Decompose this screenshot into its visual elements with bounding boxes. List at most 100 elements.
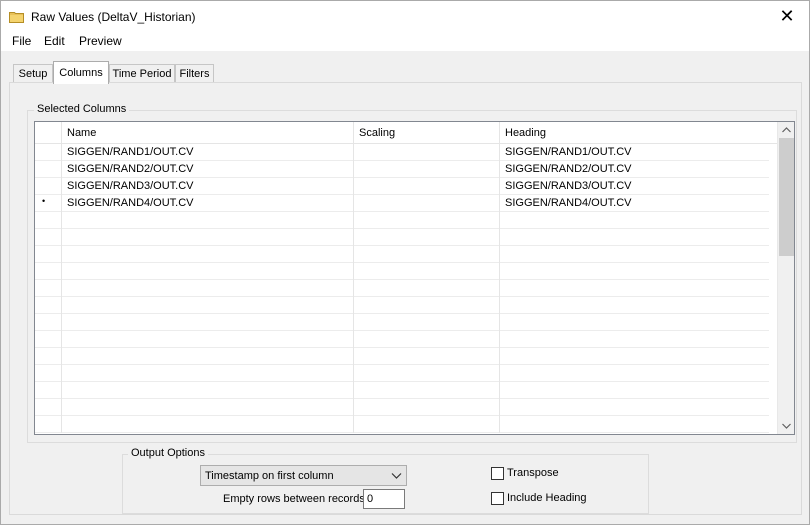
cell-scaling[interactable] bbox=[354, 331, 500, 348]
table-row-empty[interactable] bbox=[35, 297, 769, 314]
cell-heading[interactable]: SIGGEN/RAND1/OUT.CV bbox=[500, 144, 769, 161]
table-row-empty[interactable] bbox=[35, 229, 769, 246]
table-row-empty[interactable] bbox=[35, 246, 769, 263]
include-heading-label[interactable]: Include Heading bbox=[507, 492, 587, 504]
row-marker bbox=[35, 297, 62, 314]
cell-scaling[interactable] bbox=[354, 314, 500, 331]
row-marker bbox=[35, 263, 62, 280]
cell-heading[interactable] bbox=[500, 399, 769, 416]
cell-heading[interactable] bbox=[500, 382, 769, 399]
menu-file[interactable]: File bbox=[12, 34, 31, 48]
table-row[interactable]: SIGGEN/RAND2/OUT.CV SIGGEN/RAND2/OUT.CV bbox=[35, 161, 769, 178]
cell-name[interactable]: SIGGEN/RAND2/OUT.CV bbox=[62, 161, 354, 178]
table-row-empty[interactable] bbox=[35, 263, 769, 280]
cell-heading[interactable] bbox=[500, 416, 769, 433]
row-marker: • bbox=[35, 195, 62, 212]
table-row[interactable]: SIGGEN/RAND1/OUT.CV SIGGEN/RAND1/OUT.CV bbox=[35, 144, 769, 161]
cell-heading[interactable] bbox=[500, 348, 769, 365]
cell-scaling[interactable] bbox=[354, 246, 500, 263]
table-row-empty[interactable] bbox=[35, 331, 769, 348]
cell-name[interactable] bbox=[62, 382, 354, 399]
cell-heading[interactable]: SIGGEN/RAND4/OUT.CV bbox=[500, 195, 769, 212]
scroll-down-button[interactable] bbox=[778, 418, 794, 434]
cell-scaling[interactable] bbox=[354, 365, 500, 382]
timestamp-select[interactable]: Timestamp on first column bbox=[200, 465, 407, 486]
cell-heading[interactable]: SIGGEN/RAND3/OUT.CV bbox=[500, 178, 769, 195]
cell-scaling[interactable] bbox=[354, 399, 500, 416]
scroll-up-button[interactable] bbox=[778, 122, 794, 138]
selected-columns-label: Selected Columns bbox=[34, 103, 130, 115]
column-header-scaling[interactable]: Scaling bbox=[354, 122, 500, 144]
tab-columns[interactable]: Columns bbox=[53, 61, 109, 84]
cell-heading[interactable] bbox=[500, 212, 769, 229]
cell-scaling[interactable] bbox=[354, 161, 500, 178]
cell-heading[interactable]: SIGGEN/RAND2/OUT.CV bbox=[500, 161, 769, 178]
cell-heading[interactable] bbox=[500, 263, 769, 280]
cell-name[interactable] bbox=[62, 280, 354, 297]
cell-scaling[interactable] bbox=[354, 280, 500, 297]
table-row-empty[interactable] bbox=[35, 365, 769, 382]
column-header-heading[interactable]: Heading bbox=[500, 122, 769, 144]
cell-scaling[interactable] bbox=[354, 348, 500, 365]
cell-scaling[interactable] bbox=[354, 263, 500, 280]
cell-name[interactable]: SIGGEN/RAND1/OUT.CV bbox=[62, 144, 354, 161]
include-heading-checkbox[interactable] bbox=[491, 492, 504, 505]
cell-name[interactable] bbox=[62, 365, 354, 382]
cell-name[interactable] bbox=[62, 416, 354, 433]
chevron-down-icon bbox=[391, 473, 402, 479]
cell-scaling[interactable] bbox=[354, 212, 500, 229]
table-row-empty[interactable] bbox=[35, 280, 769, 297]
cell-name[interactable] bbox=[62, 263, 354, 280]
transpose-label[interactable]: Transpose bbox=[507, 467, 559, 479]
cell-scaling[interactable] bbox=[354, 297, 500, 314]
tab-columns-label: Columns bbox=[59, 67, 103, 79]
cell-heading[interactable] bbox=[500, 280, 769, 297]
cell-name[interactable] bbox=[62, 229, 354, 246]
tab-setup[interactable]: Setup bbox=[13, 64, 53, 83]
row-marker bbox=[35, 331, 62, 348]
cell-heading[interactable] bbox=[500, 246, 769, 263]
row-marker bbox=[35, 365, 62, 382]
selected-columns-grid[interactable]: Name Scaling Heading SIGGEN/RAND1/OUT.CV… bbox=[34, 121, 795, 435]
cell-scaling[interactable] bbox=[354, 144, 500, 161]
row-marker bbox=[35, 280, 62, 297]
cell-name[interactable] bbox=[62, 212, 354, 229]
column-header-name[interactable]: Name bbox=[62, 122, 354, 144]
tab-time-period[interactable]: Time Period bbox=[109, 64, 175, 83]
cell-heading[interactable] bbox=[500, 331, 769, 348]
cell-scaling[interactable] bbox=[354, 195, 500, 212]
tab-filters[interactable]: Filters bbox=[175, 64, 214, 83]
empty-rows-input[interactable]: 0 bbox=[363, 489, 405, 509]
vertical-scrollbar[interactable] bbox=[777, 122, 794, 434]
table-row[interactable]: • SIGGEN/RAND4/OUT.CV SIGGEN/RAND4/OUT.CV bbox=[35, 195, 769, 212]
cell-heading[interactable] bbox=[500, 365, 769, 382]
cell-name[interactable] bbox=[62, 246, 354, 263]
cell-scaling[interactable] bbox=[354, 382, 500, 399]
cell-name[interactable] bbox=[62, 399, 354, 416]
cell-name[interactable] bbox=[62, 348, 354, 365]
cell-name[interactable] bbox=[62, 314, 354, 331]
cell-heading[interactable] bbox=[500, 229, 769, 246]
cell-scaling[interactable] bbox=[354, 416, 500, 433]
table-row-empty[interactable] bbox=[35, 348, 769, 365]
cell-name[interactable] bbox=[62, 331, 354, 348]
cell-scaling[interactable] bbox=[354, 229, 500, 246]
menu-preview[interactable]: Preview bbox=[79, 34, 122, 48]
cell-heading[interactable] bbox=[500, 297, 769, 314]
transpose-checkbox[interactable] bbox=[491, 467, 504, 480]
table-row-empty[interactable] bbox=[35, 314, 769, 331]
close-button[interactable]: ✕ bbox=[765, 1, 809, 31]
cell-name[interactable]: SIGGEN/RAND4/OUT.CV bbox=[62, 195, 354, 212]
row-marker bbox=[35, 144, 62, 161]
table-row-empty[interactable] bbox=[35, 212, 769, 229]
table-row-empty[interactable] bbox=[35, 416, 769, 433]
cell-name[interactable] bbox=[62, 297, 354, 314]
scroll-thumb[interactable] bbox=[779, 138, 794, 256]
cell-heading[interactable] bbox=[500, 314, 769, 331]
cell-name[interactable]: SIGGEN/RAND3/OUT.CV bbox=[62, 178, 354, 195]
table-row-empty[interactable] bbox=[35, 382, 769, 399]
table-row[interactable]: SIGGEN/RAND3/OUT.CV SIGGEN/RAND3/OUT.CV bbox=[35, 178, 769, 195]
table-row-empty[interactable] bbox=[35, 399, 769, 416]
cell-scaling[interactable] bbox=[354, 178, 500, 195]
menu-edit[interactable]: Edit bbox=[44, 34, 65, 48]
